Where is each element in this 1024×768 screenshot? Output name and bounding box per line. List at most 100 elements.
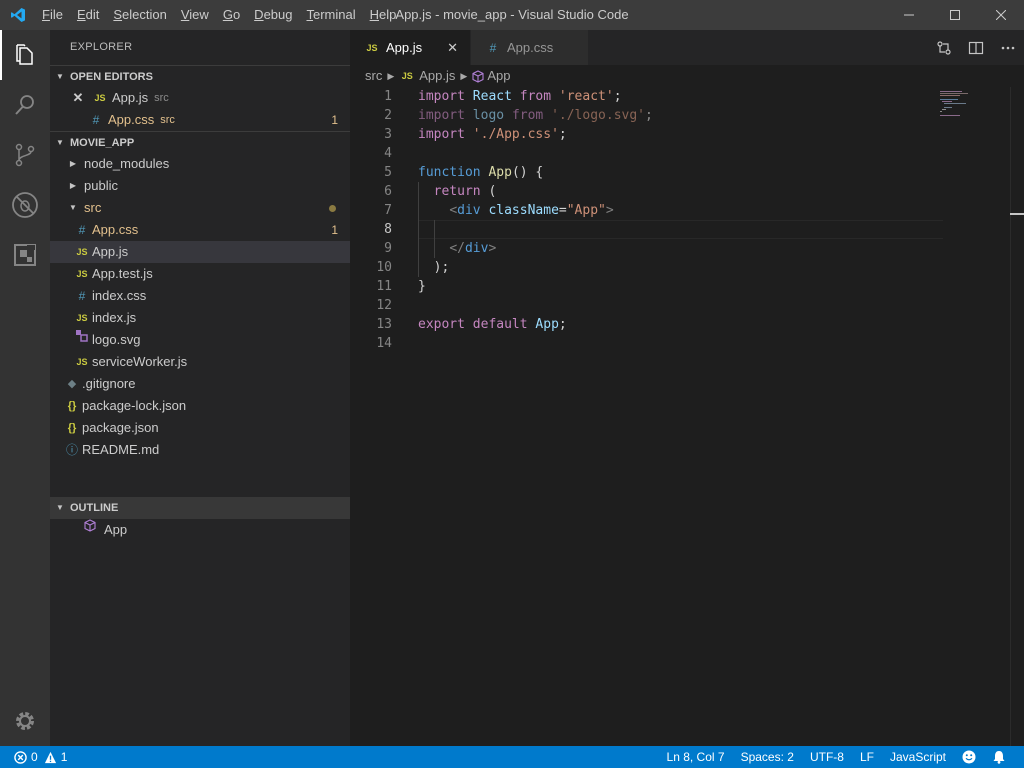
chevron-right-icon: ▶ xyxy=(69,159,77,168)
js-file-icon: JS xyxy=(94,93,106,103)
file-gitignore[interactable]: ◆ .gitignore xyxy=(50,373,350,395)
menu-view[interactable]: View xyxy=(174,0,216,30)
search-activity-button[interactable] xyxy=(0,80,50,130)
code-line-6: 6 return ( xyxy=(350,182,1024,201)
js-file-icon: JS xyxy=(76,247,88,257)
feedback-button[interactable] xyxy=(954,746,984,768)
open-editors-header[interactable]: ▼ OPEN EDITORS xyxy=(50,65,350,87)
manage-activity-button[interactable] xyxy=(0,696,50,746)
chevron-right-icon: ▶ xyxy=(69,181,77,190)
vertical-scrollbar[interactable] xyxy=(1010,87,1024,746)
minimize-icon xyxy=(904,14,914,16)
error-count: 0 xyxy=(31,750,38,764)
file-name: index.js xyxy=(92,310,137,325)
indentation-status[interactable]: Spaces: 2 xyxy=(733,746,802,768)
breadcrumb: src ▶ JS App.js ▶ App xyxy=(350,65,1024,87)
tab-app-js[interactable]: JS App.js ✕ xyxy=(350,30,470,65)
open-editor-app-css[interactable]: # App.css src 1 xyxy=(50,109,350,131)
window-controls xyxy=(886,0,1024,30)
line-number: 2 xyxy=(384,108,392,123)
open-changes-button[interactable] xyxy=(928,30,960,65)
json-file-icon: {} xyxy=(67,422,77,434)
folder-src[interactable]: ▼ src xyxy=(50,197,350,219)
menu-file[interactable]: File xyxy=(35,0,70,30)
outline-item-app[interactable]: App xyxy=(50,519,350,541)
file-readme-md[interactable]: ⓘ README.md xyxy=(50,439,350,461)
menu-bar: File Edit Selection View Go Debug Termin… xyxy=(35,0,403,30)
css-file-icon: # xyxy=(78,223,86,237)
source-control-activity-button[interactable] xyxy=(0,130,50,180)
close-icon xyxy=(996,10,1006,20)
close-tab-icon[interactable]: ✕ xyxy=(447,40,458,56)
line-number: 8 xyxy=(384,222,392,237)
file-app-test-js[interactable]: JS App.test.js xyxy=(50,263,350,285)
file-index-css[interactable]: # index.css xyxy=(50,285,350,307)
chevron-right-icon: ▶ xyxy=(387,71,395,81)
line-number: 14 xyxy=(376,336,392,351)
file-index-js[interactable]: JS index.js xyxy=(50,307,350,329)
chevron-down-icon: ▼ xyxy=(56,503,64,512)
extensions-activity-button[interactable] xyxy=(0,230,50,280)
line-number: 1 xyxy=(384,89,392,104)
svg-file-icon xyxy=(74,329,90,351)
open-editor-name: App.css xyxy=(108,112,155,127)
file-app-css[interactable]: # App.css 1 xyxy=(50,219,350,241)
vscode-logo-icon xyxy=(0,0,35,30)
split-editor-button[interactable] xyxy=(960,30,992,65)
breadcrumb-folder[interactable]: src xyxy=(365,65,382,87)
explorer-activity-button[interactable] xyxy=(0,30,50,80)
encoding-status[interactable]: UTF-8 xyxy=(802,746,852,768)
code-line-2: 2 import logo from './logo.svg'; xyxy=(350,106,1024,125)
chevron-right-icon: ▶ xyxy=(460,71,468,81)
folder-public[interactable]: ▶ public xyxy=(50,175,350,197)
menu-edit[interactable]: Edit xyxy=(70,0,106,30)
menu-selection[interactable]: Selection xyxy=(106,0,173,30)
css-file-icon: # xyxy=(92,113,100,127)
code-line-1: 1 import React from 'react'; xyxy=(350,87,1024,106)
js-file-icon: JS xyxy=(401,71,413,81)
minimize-button[interactable] xyxy=(886,0,932,30)
minimap[interactable] xyxy=(940,87,1010,167)
outline-header[interactable]: ▼ OUTLINE xyxy=(50,497,350,519)
code-editor[interactable]: 1 import React from 'react'; 2 import lo… xyxy=(350,87,1024,746)
eol-status[interactable]: LF xyxy=(852,746,882,768)
tab-app-css[interactable]: # App.css xyxy=(470,30,588,65)
js-file-icon: JS xyxy=(366,42,378,53)
language-mode-status[interactable]: JavaScript xyxy=(882,746,954,768)
title-bar: File Edit Selection View Go Debug Termin… xyxy=(0,0,1024,30)
debug-activity-button[interactable] xyxy=(0,180,50,230)
code-line-10: 10 ); xyxy=(350,258,1024,277)
menu-go[interactable]: Go xyxy=(216,0,247,30)
file-package-json[interactable]: {} package.json xyxy=(50,417,350,439)
open-editors-label: OPEN EDITORS xyxy=(70,70,153,83)
open-editor-app-js[interactable]: ✕ JS App.js src xyxy=(50,87,350,109)
outline-label: OUTLINE xyxy=(70,502,119,514)
close-editor-icon[interactable]: ✕ xyxy=(70,87,86,109)
breadcrumb-file[interactable]: App.js xyxy=(419,65,455,87)
movie-app-header[interactable]: ▼ MOVIE_APP xyxy=(50,131,350,153)
cursor-position-status[interactable]: Ln 8, Col 7 xyxy=(659,746,733,768)
folder-node-modules[interactable]: ▶ node_modules xyxy=(50,153,350,175)
maximize-button[interactable] xyxy=(932,0,978,30)
activity-bar xyxy=(0,30,50,746)
notifications-button[interactable] xyxy=(984,746,1014,768)
code-line-7: 7 <div className="App"> xyxy=(350,201,1024,220)
open-editor-dir: src xyxy=(160,114,175,126)
file-logo-svg[interactable]: logo.svg xyxy=(50,329,350,351)
js-file-icon: JS xyxy=(76,269,88,279)
file-package-lock-json[interactable]: {} package-lock.json xyxy=(50,395,350,417)
file-service-worker-js[interactable]: JS serviceWorker.js xyxy=(50,351,350,373)
menu-debug[interactable]: Debug xyxy=(247,0,299,30)
file-name: App.js xyxy=(92,244,129,259)
tab-label: App.js xyxy=(386,40,423,55)
menu-terminal[interactable]: Terminal xyxy=(299,0,362,30)
breadcrumb-symbol[interactable]: App xyxy=(487,65,510,87)
more-actions-button[interactable] xyxy=(992,30,1024,65)
line-number: 4 xyxy=(384,146,392,161)
compare-changes-icon xyxy=(937,40,951,55)
close-window-button[interactable] xyxy=(978,0,1024,30)
file-app-js[interactable]: JS App.js xyxy=(50,241,350,263)
problems-status[interactable]: 0 1 xyxy=(14,746,75,768)
css-file-icon: # xyxy=(489,40,497,55)
menu-help[interactable]: Help xyxy=(363,0,404,30)
